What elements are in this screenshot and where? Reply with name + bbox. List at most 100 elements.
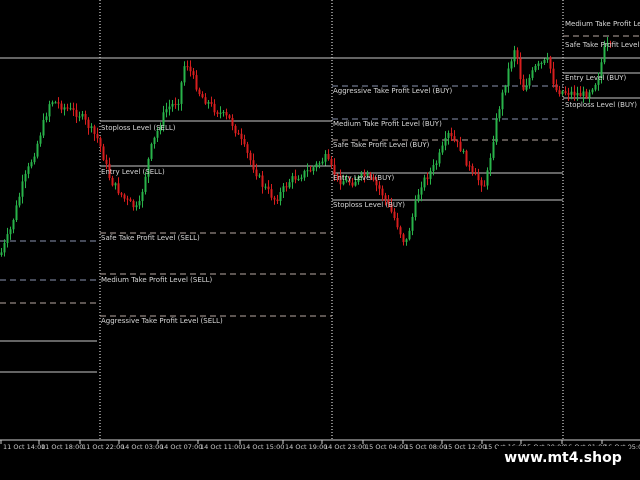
bear-candle — [195, 75, 198, 90]
level-lines — [0, 35, 640, 373]
bear-candle — [384, 195, 387, 200]
bull-candle — [30, 162, 33, 167]
bull-candle — [486, 170, 489, 186]
bear-candle — [381, 188, 384, 196]
bear-candle — [225, 112, 228, 116]
bull-candle — [36, 143, 39, 157]
bear-candle — [483, 185, 486, 187]
time-label: 14 Oct 03:00 — [121, 443, 163, 451]
bear-candle — [351, 182, 354, 186]
bull-candle — [414, 201, 417, 217]
bull-candle — [435, 163, 438, 166]
bear-candle — [192, 71, 195, 76]
bull-candle — [423, 177, 426, 188]
level-label: Medium Take Profit Level (SELL) — [101, 276, 213, 284]
period-separators — [99, 0, 564, 440]
bull-candle — [588, 92, 591, 98]
bull-candle — [561, 91, 564, 95]
bear-candle — [210, 102, 213, 104]
bear-candle — [60, 103, 63, 110]
bull-candle — [432, 165, 435, 171]
bear-candle — [465, 150, 468, 166]
level-label: Safe Take Profit Level (SELL) — [101, 234, 200, 242]
bear-candle — [396, 217, 399, 228]
bull-candle — [168, 106, 171, 110]
bear-candle — [516, 50, 519, 59]
bull-candle — [489, 157, 492, 171]
bull-candle — [33, 156, 36, 163]
bear-candle — [477, 174, 480, 181]
bear-candle — [294, 176, 297, 180]
bear-candle — [378, 185, 381, 189]
bull-candle — [258, 175, 261, 177]
bull-candle — [447, 132, 450, 138]
bear-candle — [327, 154, 330, 160]
price-chart[interactable]: Stoploss Level (SELL) Entry Level (SELL) S… — [0, 0, 640, 480]
bear-candle — [75, 109, 78, 117]
bull-candle — [24, 173, 27, 182]
bull-candle — [540, 63, 543, 65]
chart-canvas[interactable]: Stoploss Level (SELL) Entry Level (SELL) S… — [0, 0, 640, 480]
bear-candle — [579, 92, 582, 96]
level-label: Safe Take Profit Level (BUY) — [333, 141, 430, 149]
bull-candle — [546, 57, 549, 60]
bull-candle — [531, 70, 534, 78]
time-label: 11 Oct 22:00 — [82, 443, 124, 451]
bear-candle — [102, 146, 105, 160]
bull-candle — [165, 109, 168, 113]
bear-candle — [393, 211, 396, 218]
bear-candle — [228, 115, 231, 118]
bear-candle — [474, 171, 477, 175]
time-label: 14 Oct 23:00 — [324, 443, 366, 451]
bear-candle — [519, 58, 522, 80]
level-label: Stoploss Level (BUY) — [565, 101, 637, 109]
bull-candle — [462, 150, 465, 152]
bull-candle — [114, 183, 117, 186]
bull-candle — [405, 239, 408, 243]
level-label: Aggressive Take Profit Level (BUY) — [333, 87, 452, 95]
bull-candle — [144, 176, 147, 192]
bull-candle — [15, 205, 18, 221]
bull-candle — [321, 161, 324, 164]
bear-candle — [549, 57, 552, 69]
bull-candle — [312, 167, 315, 171]
bear-candle — [270, 189, 273, 198]
bull-candle — [417, 194, 420, 202]
bear-candle — [252, 160, 255, 170]
bear-candle — [174, 103, 177, 105]
bear-candle — [237, 133, 240, 135]
bear-candle — [120, 193, 123, 195]
bull-candle — [594, 84, 597, 90]
time-label: 14 Oct 15:00 — [242, 443, 284, 451]
bear-candle — [456, 140, 459, 142]
bear-candle — [330, 159, 333, 165]
bear-candle — [105, 159, 108, 164]
bull-candle — [27, 166, 30, 174]
bull-candle — [504, 85, 507, 93]
level-label: Medium Take Profit Level (BUY) — [565, 20, 640, 28]
bear-candle — [126, 198, 129, 200]
bull-candle — [354, 181, 357, 186]
bear-candle — [567, 93, 570, 95]
bull-candle — [150, 143, 153, 159]
watermark-logo: www.mt4.shop — [497, 446, 629, 470]
bear-candle — [129, 199, 132, 201]
bear-candle — [402, 234, 405, 243]
bull-candle — [177, 103, 180, 105]
bear-candle — [480, 180, 483, 186]
bull-candle — [495, 118, 498, 143]
bear-candle — [204, 97, 207, 104]
bear-candle — [249, 152, 252, 161]
bull-candle — [528, 77, 531, 86]
bull-candle — [135, 205, 138, 208]
bull-candle — [306, 170, 309, 172]
bull-candle — [207, 102, 210, 104]
bear-candle — [93, 126, 96, 134]
bull-candle — [438, 152, 441, 164]
bull-candle — [501, 92, 504, 110]
bear-candle — [234, 125, 237, 134]
bull-candle — [315, 163, 318, 168]
bear-candle — [96, 133, 99, 139]
bull-candle — [492, 142, 495, 158]
bear-candle — [552, 68, 555, 85]
